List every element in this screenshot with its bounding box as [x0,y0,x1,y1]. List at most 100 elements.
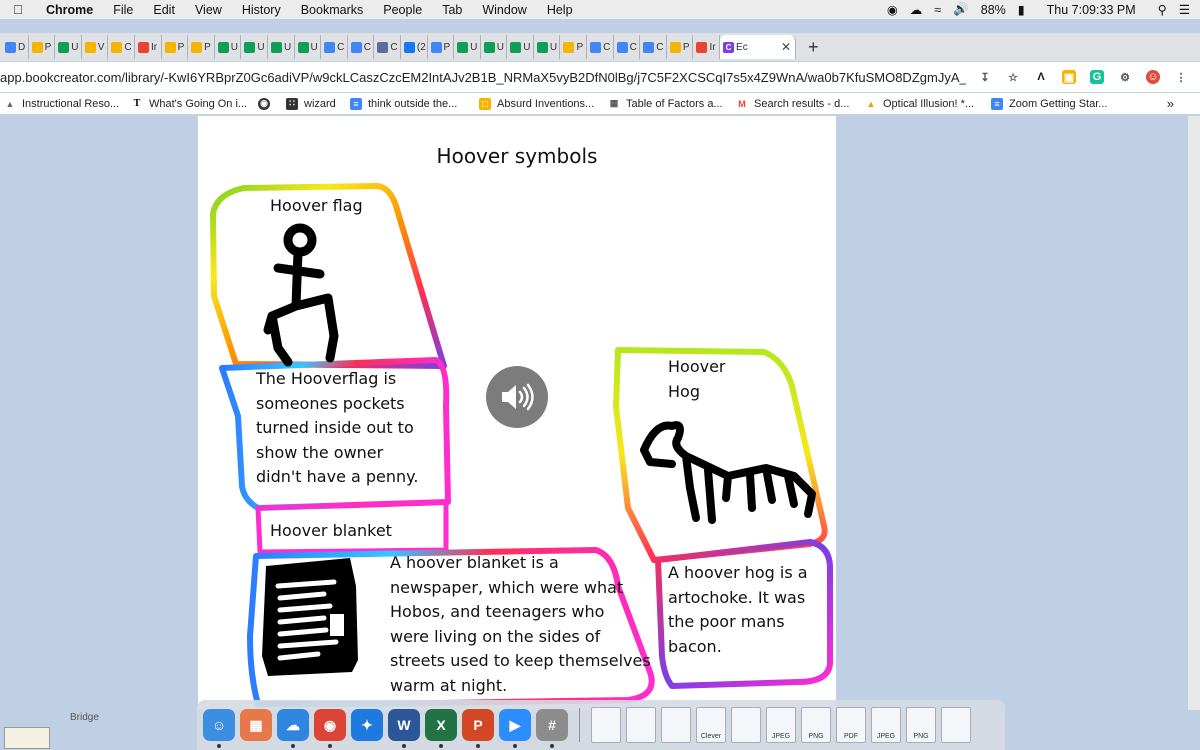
battery-level[interactable]: 88% [981,3,1006,17]
menu-people[interactable]: People [373,3,432,17]
dock-app-calculator[interactable]: # [536,709,568,748]
menu-window[interactable]: Window [472,3,536,17]
browser-tab[interactable]: D [2,35,29,59]
browser-tab[interactable]: U [481,35,508,59]
browser-tab[interactable]: U [295,35,322,59]
browser-tab[interactable]: C [108,35,135,59]
browser-tab[interactable]: U [534,35,561,59]
menu-help[interactable]: Help [537,3,583,17]
grammarly-icon[interactable]: G [1090,70,1104,84]
dock-app-chrome[interactable]: ◉ [314,709,346,748]
dock-app-word[interactable]: W [388,709,420,748]
browser-tab[interactable]: U [215,35,242,59]
dock-document-6[interactable]: PNG [801,707,831,743]
accent-extension-icon[interactable]: Λ [1034,70,1048,84]
dock-document-7[interactable]: PDF [836,707,866,743]
dock-document-4[interactable] [731,707,761,743]
cloud-status-icon[interactable]: ☁ [910,2,923,17]
extensions-puzzle-icon[interactable]: ⚙ [1118,70,1132,84]
apple-menu-icon[interactable]:  [0,2,36,17]
browser-tab[interactable]: C [321,35,348,59]
dock-app-cloud[interactable]: ☁ [277,709,309,748]
dock-app-zoom[interactable]: ▶ [499,709,531,748]
bookmark-star-icon[interactable]: ☆ [1006,70,1020,84]
browser-tab[interactable]: V [82,35,109,59]
notification-center-icon[interactable]: ☰ [1179,2,1190,17]
clock[interactable]: Thu 7:09:33 PM [1047,3,1136,17]
zoom-status-icon[interactable]: ◉ [887,2,898,17]
spotlight-search-icon[interactable]: ⚲ [1158,2,1167,17]
browser-tab[interactable]: U [55,35,82,59]
browser-tab[interactable]: U [241,35,268,59]
browser-tab[interactable]: (2 [401,35,428,59]
desktop-file-thumbnail[interactable] [4,727,50,749]
profile-avatar-icon[interactable]: ☺ [1146,70,1160,84]
bookmarks-overflow-button[interactable]: » [1167,96,1174,111]
slides-extension-icon[interactable]: ▣ [1062,70,1076,84]
browser-tab[interactable]: Ir [693,35,721,59]
menu-edit[interactable]: Edit [143,3,185,17]
extension-icons: ↧ ☆ Λ ▣ G ⚙ ☺ ⋮ [966,70,1200,84]
tab-close-icon[interactable]: ✕ [781,40,791,54]
browser-tab[interactable]: P [560,35,588,59]
audio-play-button[interactable] [486,366,548,428]
browser-tab[interactable]: Ir [135,35,162,59]
bookmark-wizard[interactable]: ∷ wizard [286,97,336,110]
dock-app-safari[interactable]: ✦ [351,709,383,741]
dock-app-powerpoint[interactable]: P [462,709,494,748]
desktop-bridge-label[interactable]: Bridge [70,712,99,723]
bookmark-search-results[interactable]: M Search results - d... [736,98,849,110]
dock-document-8[interactable]: JPEG [871,707,901,743]
browser-tab[interactable]: P [667,35,694,59]
browser-tab[interactable]: U [454,35,481,59]
tab-title: U [283,41,292,53]
bookmark-globe[interactable]: ◉ [258,97,270,110]
bookmark-table-of-factors[interactable]: ▦ Table of Factors a... [608,98,723,110]
menu-view[interactable]: View [185,3,232,17]
dock-document-0[interactable] [591,707,621,743]
browser-tab[interactable]: P [188,35,215,59]
dock-app-finder[interactable]: ☺ [203,709,235,748]
browser-tab[interactable]: P [162,35,189,59]
browser-tab[interactable]: C [587,35,614,59]
dock-document-2[interactable] [661,707,691,743]
bookmark-optical-illusion[interactable]: ▲ Optical Illusion! *... [865,98,975,110]
dock-document-3[interactable]: Clever [696,707,726,743]
browser-tab[interactable]: P [29,35,56,59]
bookmark-think-outside[interactable]: ≡ think outside the... [350,97,457,110]
menu-bookmarks[interactable]: Bookmarks [291,3,374,17]
tab-favicon-icon [350,41,362,53]
bookmark-zoom-getting-started[interactable]: ≡ Zoom Getting Star... [991,97,1107,110]
bookmark-label: Table of Factors a... [626,97,723,110]
wifi-icon[interactable]: ≈ [934,3,941,17]
volume-icon[interactable]: 🔊 [953,2,969,17]
dock-app-launchpad[interactable]: ▦ [240,709,272,741]
browser-tab[interactable]: U [507,35,534,59]
dock-document-5[interactable]: JPEG [766,707,796,743]
bookmark-whats-going-on[interactable]: T What's Going On i... [131,98,247,110]
menu-tab[interactable]: Tab [432,3,472,17]
browser-tab[interactable]: C [348,35,375,59]
browser-menu-icon[interactable]: ⋮ [1174,70,1188,84]
address-bar[interactable]: app.bookcreator.com/library/-KwI6YRBprZ0… [0,65,966,89]
tab-favicon-icon [5,41,16,53]
dock-app-excel[interactable]: X [425,709,457,748]
install-icon[interactable]: ↧ [978,70,992,84]
browser-tab[interactable]: P [428,35,455,59]
dock-document-9[interactable]: PNG [906,707,936,743]
battery-icon[interactable]: ▮ [1018,2,1025,17]
address-bar-url[interactable]: app.bookcreator.com/library/-KwI6YRBprZ0… [0,70,966,85]
browser-tab[interactable]: U [268,35,295,59]
dock-document-10[interactable] [941,707,971,743]
bookmark-instructional-resources[interactable]: ▲ Instructional Reso... [4,98,120,110]
browser-tab-active[interactable]: C Ec ✕ [720,35,797,59]
browser-tab[interactable]: C [614,35,641,59]
menu-file[interactable]: File [103,3,143,17]
menu-app-name[interactable]: Chrome [36,3,103,17]
browser-tab[interactable]: C [374,35,401,59]
dock-document-1[interactable] [626,707,656,743]
browser-tab[interactable]: C [640,35,667,59]
bookmark-absurd-inventions[interactable]: □ Absurd Inventions... [479,97,594,110]
menu-history[interactable]: History [232,3,291,17]
new-tab-button[interactable]: + [808,37,819,58]
